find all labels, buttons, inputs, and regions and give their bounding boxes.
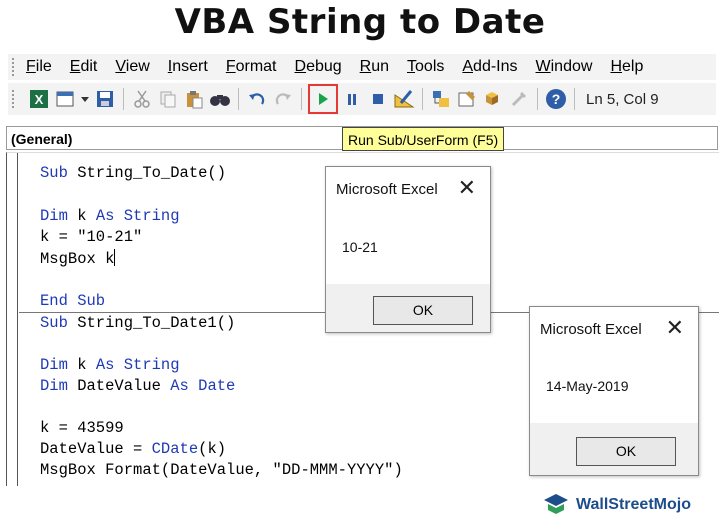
- run-tooltip: Run Sub/UserForm (F5): [342, 127, 505, 151]
- redo-icon[interactable]: [271, 87, 295, 111]
- toolbar-separator: [537, 88, 538, 110]
- code-text: k: [67, 207, 96, 225]
- keyword: As: [95, 207, 115, 225]
- keyword: As: [95, 356, 115, 374]
- code-text: String_To_Date(): [67, 164, 227, 182]
- standard-toolbar: X ? Ln 5, Col 9: [8, 83, 716, 115]
- code-line: Sub String_To_Date(): [40, 164, 226, 182]
- code-text: DateValue =: [40, 440, 152, 458]
- reset-icon[interactable]: [366, 87, 390, 111]
- code-line: k = "10-21": [40, 228, 143, 246]
- toolbar-grip[interactable]: [12, 90, 18, 108]
- object-browser-icon[interactable]: [481, 87, 505, 111]
- code-line: k = 43599: [40, 419, 124, 437]
- keyword: End Sub: [40, 292, 106, 310]
- save-icon[interactable]: [93, 87, 117, 111]
- close-icon[interactable]: ✕: [458, 175, 476, 201]
- menu-help[interactable]: Help: [610, 58, 643, 76]
- dialog-message: 10-21: [342, 239, 378, 255]
- wallstreetmojo-logo: WallStreetMojo: [542, 492, 691, 518]
- svg-text:X: X: [35, 92, 44, 107]
- design-mode-icon[interactable]: [392, 87, 416, 111]
- toolbar-separator: [301, 88, 302, 110]
- code-line: Dim k As String: [40, 356, 180, 374]
- code-text: k: [67, 356, 96, 374]
- pause-icon[interactable]: [340, 87, 364, 111]
- keyword: String: [114, 207, 180, 225]
- menu-edit[interactable]: Edit: [70, 58, 98, 76]
- toolbar-separator: [574, 88, 575, 110]
- menu-view[interactable]: View: [115, 58, 149, 76]
- keyword: Sub: [40, 164, 68, 182]
- menu-window[interactable]: Window: [536, 58, 593, 76]
- close-icon[interactable]: ✕: [666, 315, 684, 341]
- menu-grip[interactable]: [12, 58, 18, 76]
- menu-debug[interactable]: Debug: [295, 58, 342, 76]
- keyword: String: [114, 356, 180, 374]
- menu-tools[interactable]: Tools: [407, 58, 444, 76]
- code-line: End Sub: [40, 292, 105, 310]
- code-line: Sub String_To_Date1(): [40, 314, 235, 332]
- toolbar-separator: [238, 88, 239, 110]
- code-line: MsgBox k: [40, 249, 116, 268]
- dropdown-icon[interactable]: [79, 87, 91, 111]
- msgbox-dialog-2: Microsoft Excel ✕ 14-May-2019 OK: [529, 306, 699, 476]
- run-icon[interactable]: [308, 84, 338, 114]
- toolbox-icon[interactable]: [507, 87, 531, 111]
- keyword: Dim: [40, 377, 68, 395]
- copy-icon[interactable]: [156, 87, 180, 111]
- paste-icon[interactable]: [182, 87, 206, 111]
- find-icon[interactable]: [208, 87, 232, 111]
- menu-insert[interactable]: Insert: [168, 58, 208, 76]
- keyword: Date: [188, 377, 236, 395]
- code-text: String_To_Date1(): [67, 314, 236, 332]
- code-line: MsgBox Format(DateValue, "DD-MMM-YYYY"): [40, 461, 403, 479]
- menu-file[interactable]: File: [26, 58, 52, 76]
- code-text: MsgBox k: [40, 250, 115, 268]
- toolbar-separator: [422, 88, 423, 110]
- keyword: Dim: [40, 356, 68, 374]
- undo-icon[interactable]: [245, 87, 269, 111]
- editor-margin: [17, 153, 18, 486]
- ok-button[interactable]: OK: [373, 296, 473, 325]
- brand-text: WallStreetMojo: [576, 496, 691, 513]
- cut-icon[interactable]: [130, 87, 154, 111]
- ok-button[interactable]: OK: [576, 437, 676, 466]
- text-cursor: [114, 249, 116, 266]
- dialog-title: Microsoft Excel: [336, 181, 438, 198]
- dialog-message: 14-May-2019: [546, 378, 629, 394]
- keyword: CDate: [151, 440, 199, 458]
- help-icon[interactable]: ?: [544, 87, 568, 111]
- page-title: VBA String to Date: [174, 2, 546, 42]
- userform-icon[interactable]: [53, 87, 77, 111]
- code-text: (k): [198, 440, 227, 458]
- keyword: Dim: [40, 207, 68, 225]
- dialog-title: Microsoft Excel: [540, 321, 642, 338]
- project-explorer-icon[interactable]: [429, 87, 453, 111]
- svg-text:?: ?: [552, 91, 561, 107]
- code-line: Dim DateValue As Date: [40, 377, 235, 395]
- cursor-position-status: Ln 5, Col 9: [586, 90, 659, 108]
- menu-add-ins[interactable]: Add-Ins: [462, 58, 517, 76]
- msgbox-dialog-1: Microsoft Excel ✕ 10-21 OK: [325, 166, 491, 333]
- code-line: DateValue = CDate(k): [40, 440, 226, 458]
- toolbar-separator: [123, 88, 124, 110]
- menu-run[interactable]: Run: [360, 58, 389, 76]
- excel-icon[interactable]: X: [27, 87, 51, 111]
- menu-bar: File Edit View Insert Format Debug Run T…: [8, 54, 716, 80]
- code-line: Dim k As String: [40, 207, 180, 225]
- wallstreetmojo-icon: [544, 494, 568, 514]
- menu-format[interactable]: Format: [226, 58, 277, 76]
- code-text: DateValue: [67, 377, 171, 395]
- properties-icon[interactable]: [455, 87, 479, 111]
- keyword: As: [170, 377, 189, 395]
- keyword: Sub: [40, 314, 68, 332]
